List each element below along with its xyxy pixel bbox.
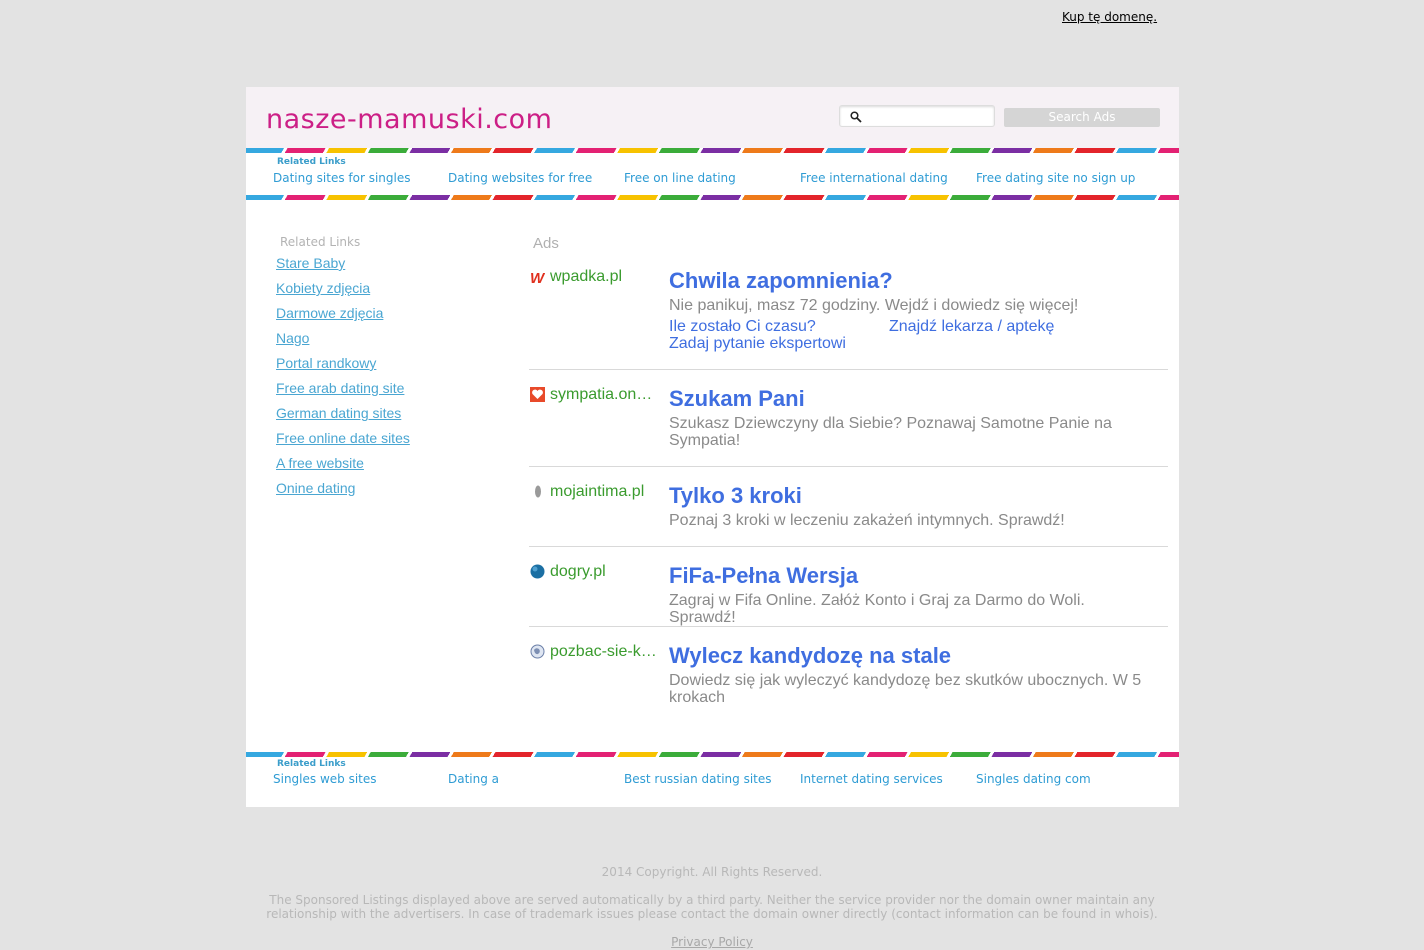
related-top-link[interactable]: Free on line dating	[624, 171, 736, 185]
ad-title[interactable]: Tylko 3 kroki	[669, 483, 802, 509]
ad-domain[interactable]: mojaintima.pl	[550, 483, 660, 501]
ad-sitelink[interactable]: Zadaj pytanie ekspertowi	[669, 335, 846, 353]
related-bottom-link[interactable]: Best russian dating sites	[624, 772, 772, 786]
color-stripe	[246, 195, 1179, 200]
ad-domain[interactable]: dogry.pl	[550, 563, 660, 581]
ad-domain[interactable]: wpadka.pl	[550, 268, 660, 286]
related-links-top-bar: Related Links Dating sites for singles D…	[246, 153, 1179, 197]
site-title: nasze-mamuski.com	[266, 104, 553, 135]
search-ads-button[interactable]: Search Ads	[1004, 108, 1160, 127]
ad-description: Dowiedz się jak wyleczyć kandydozę bez s…	[669, 672, 1142, 706]
related-top-link[interactable]: Dating websites for free	[448, 171, 592, 185]
footer-privacy: Privacy Policy	[0, 935, 1424, 949]
ads-label: Ads	[533, 235, 559, 252]
globe-icon	[530, 644, 545, 659]
sidebar-title: Related Links	[280, 235, 361, 249]
ad-listing[interactable]: sympatia.onet.pl Szukam Pani Szukasz Dzi…	[529, 386, 1168, 467]
header: nasze-mamuski.com Search Ads	[246, 87, 1179, 148]
related-bottom-link[interactable]: Internet dating services	[800, 772, 943, 786]
footer-copyright: 2014 Copyright. All Rights Reserved.	[601, 865, 823, 879]
privacy-policy-link[interactable]: Privacy Policy	[671, 935, 753, 949]
ad-description: Zagraj w Fifa Online. Załóż Konto i Graj…	[669, 592, 1085, 626]
search-input[interactable]	[868, 107, 992, 127]
mojaintima-leaf-icon	[535, 485, 541, 498]
svg-text:W: W	[530, 270, 545, 285]
search-icon	[850, 111, 862, 123]
ad-listing[interactable]: pozbac-sie-kandydozy.pl Wylecz kandydozę…	[529, 643, 1168, 723]
sidebar-link[interactable]: German dating sites	[276, 405, 401, 421]
sidebar-link[interactable]: Kobiety zdjęcia	[276, 280, 370, 296]
sidebar-link[interactable]: Onine dating	[276, 480, 355, 496]
related-bottom-link[interactable]: Dating a	[448, 772, 499, 786]
related-links-bottom-title: Related Links	[277, 759, 346, 769]
search-field[interactable]	[839, 105, 995, 127]
sidebar-link[interactable]: Portal randkowy	[276, 355, 376, 371]
footer-disclaimer: The Sponsored Listings displayed above a…	[266, 893, 1158, 921]
ad-title[interactable]: Wylecz kandydozę na stale	[669, 643, 951, 669]
related-top-link[interactable]: Free international dating	[800, 171, 948, 185]
ad-title[interactable]: FiFa-Pełna Wersja	[669, 563, 858, 589]
ad-listing[interactable]: mojaintima.pl Tylko 3 kroki Poznaj 3 kro…	[529, 483, 1168, 547]
ad-sitelink[interactable]: Ile zostało Ci czasu?	[669, 318, 816, 336]
buy-domain-link[interactable]: Kup tę domenę.	[1062, 10, 1157, 24]
related-bottom-link[interactable]: Singles web sites	[273, 772, 377, 786]
ad-description: Nie panikuj, masz 72 godziny. Wejdź i do…	[669, 297, 1079, 314]
dogry-ball-icon	[530, 564, 545, 579]
sidebar-links: Stare Baby Kobiety zdjęcia Darmowe zdjęc…	[276, 253, 410, 503]
related-links-top-title: Related Links	[277, 157, 346, 167]
related-top-link[interactable]: Free dating site no sign up	[976, 171, 1135, 185]
sidebar-link[interactable]: Darmowe zdjęcia	[276, 305, 383, 321]
ad-description: Poznaj 3 kroki w leczeniu zakażeń intymn…	[669, 512, 1065, 529]
main-container: nasze-mamuski.com Search Ads Related Lin…	[246, 87, 1179, 807]
ad-description: Szukasz Dziewczyny dla Siebie? Poznawaj …	[669, 415, 1112, 449]
sidebar-link[interactable]: Free arab dating site	[276, 380, 404, 396]
sidebar-link[interactable]: Free online date sites	[276, 430, 410, 446]
ad-listing[interactable]: W wpadka.pl Chwila zapomnienia? Nie pani…	[529, 268, 1168, 370]
sidebar-link[interactable]: A free website	[276, 455, 364, 471]
wpadka-logo-icon: W	[530, 270, 545, 285]
ad-domain[interactable]: pozbac-sie-kandydozy.pl	[550, 643, 660, 661]
sidebar-link[interactable]: Stare Baby	[276, 255, 345, 271]
ad-domain[interactable]: sympatia.onet.pl	[550, 386, 660, 404]
related-bottom-link[interactable]: Singles dating com	[976, 772, 1091, 786]
related-links-bottom-bar: Related Links Singles web sites Dating a…	[246, 757, 1179, 801]
ad-title[interactable]: Szukam Pani	[669, 386, 805, 412]
related-top-link[interactable]: Dating sites for singles	[273, 171, 411, 185]
ad-title[interactable]: Chwila zapomnienia?	[669, 268, 893, 294]
ad-listing[interactable]: dogry.pl FiFa-Pełna Wersja Zagraj w Fifa…	[529, 563, 1168, 627]
ad-sitelink[interactable]: Znajdź lekarza / aptekę	[889, 318, 1054, 336]
sidebar-link[interactable]: Nago	[276, 330, 309, 346]
sympatia-heart-icon	[530, 387, 545, 402]
